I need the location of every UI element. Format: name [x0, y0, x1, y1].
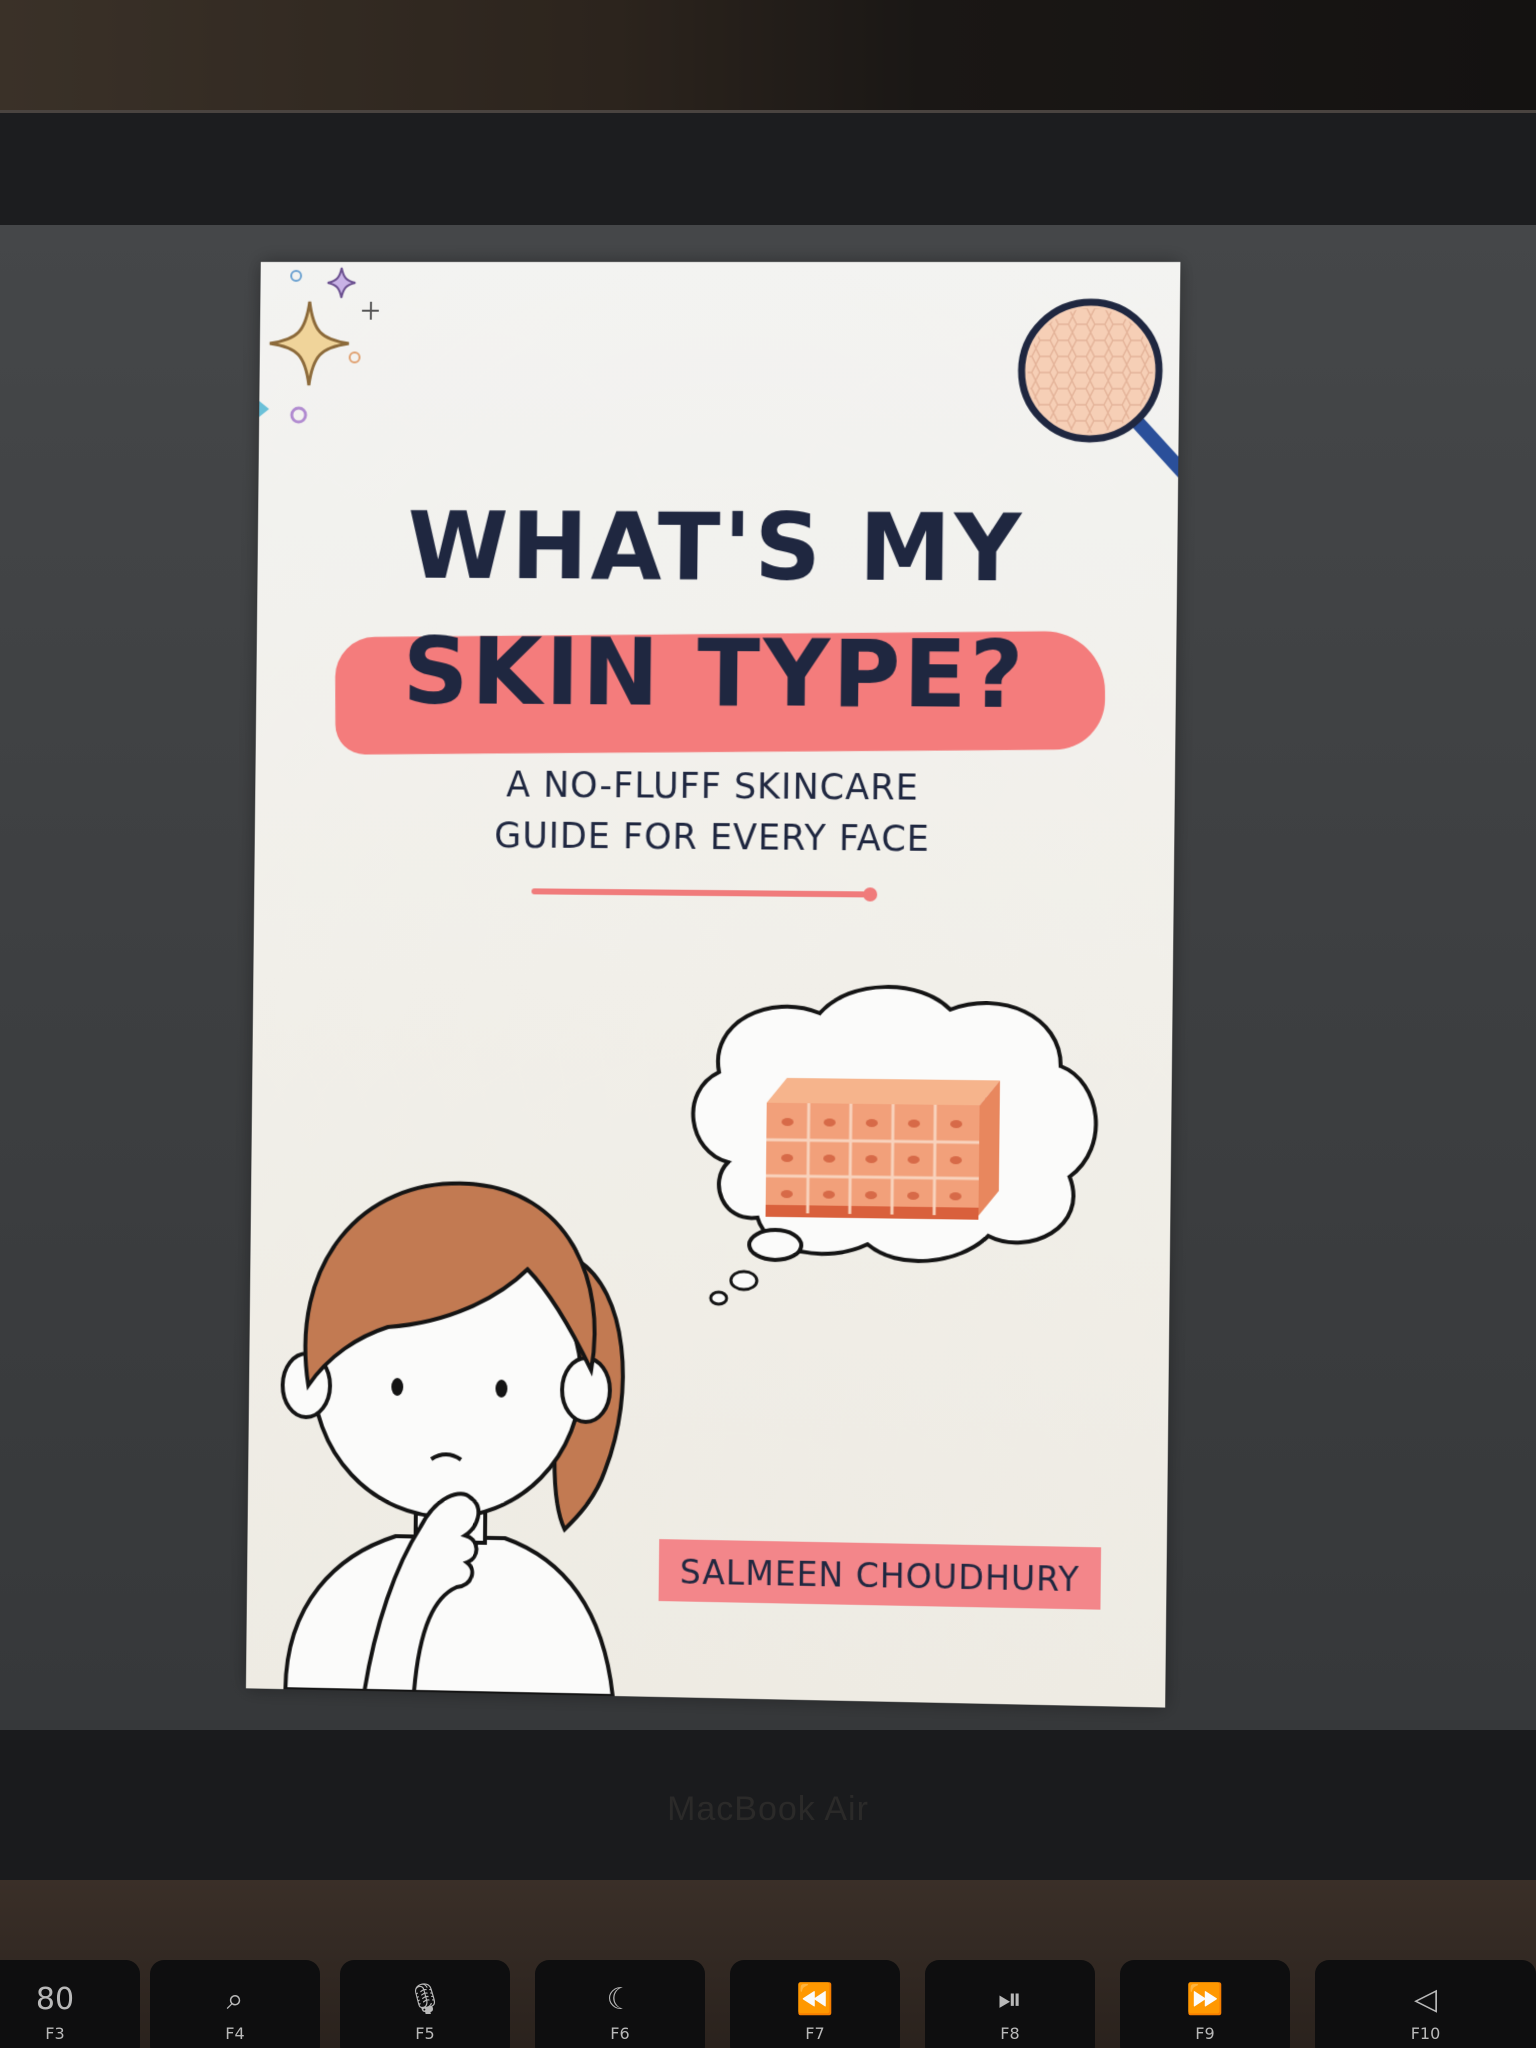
- key-f3[interactable]: 80 F3: [0, 1960, 140, 2048]
- key-f7[interactable]: ⏪ F7: [730, 1960, 900, 2048]
- microphone-icon: 🎙: [340, 1982, 510, 2017]
- divider-dot: [863, 887, 877, 901]
- rewind-icon: ⏪: [730, 1982, 900, 2017]
- search-icon: ⌕: [150, 1982, 320, 2017]
- mission-control-icon: 80: [0, 1982, 140, 2017]
- book-title-line-2: SKIN TYPE?: [256, 618, 1177, 731]
- fast-forward-icon: ⏩: [1120, 1982, 1290, 2017]
- sparkles-icon: [259, 262, 379, 431]
- magnifying-glass-icon: [1016, 292, 1180, 494]
- bezel-model-label: MacBook Air: [0, 1790, 1536, 1829]
- book-title-line-1: WHAT'S MY: [257, 492, 1178, 603]
- book-subtitle-line-1: A NO-FLUFF SKINCARE: [255, 764, 1175, 811]
- mute-icon: ◁: [1315, 1982, 1536, 2017]
- key-f8[interactable]: ⏯ F8: [925, 1960, 1095, 2048]
- thinking-girl-illustration: [246, 1086, 669, 1697]
- thought-bubble: [666, 982, 1112, 1329]
- key-f4[interactable]: ⌕ F4: [150, 1960, 320, 2048]
- key-f5[interactable]: 🎙 F5: [340, 1960, 510, 2048]
- play-pause-icon: ⏯: [925, 1982, 1095, 2017]
- moon-icon: ☾: [535, 1982, 705, 2017]
- book-cover: WHAT'S MY SKIN TYPE? A NO-FLUFF SKINCARE…: [246, 262, 1180, 1708]
- book-author: SALMEEN CHOUDHURY: [659, 1552, 1101, 1600]
- author-label-box: SALMEEN CHOUDHURY: [659, 1539, 1102, 1610]
- key-f10[interactable]: ◁ F10: [1315, 1960, 1536, 2048]
- book-subtitle-line-2: GUIDE FOR EVERY FACE: [255, 814, 1175, 862]
- key-f6[interactable]: ☾ F6: [535, 1960, 705, 2048]
- skin-cells-icon: [766, 1078, 1000, 1220]
- key-f9[interactable]: ⏩ F9: [1120, 1960, 1290, 2048]
